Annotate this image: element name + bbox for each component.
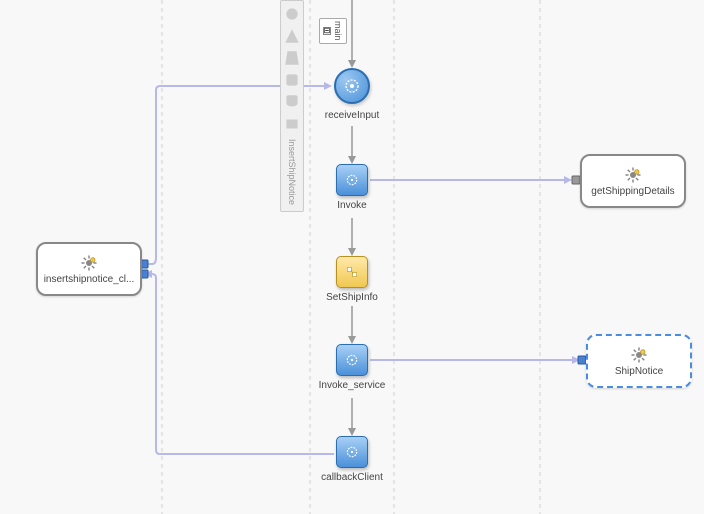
invoke-icon bbox=[336, 436, 368, 468]
set-ship-info-label: SetShipInfo bbox=[326, 292, 378, 303]
invoke-icon bbox=[336, 344, 368, 376]
gear-icon bbox=[624, 166, 642, 184]
partner-ship-notice-label: ShipNotice bbox=[615, 366, 663, 377]
partner-client[interactable]: insertshipnotice_cl... bbox=[36, 242, 142, 296]
palette-icon-5[interactable] bbox=[283, 93, 301, 111]
partner-get-shipping-details-label: getShippingDetails bbox=[591, 186, 674, 197]
palette-label: InsertShipNotice bbox=[287, 135, 297, 209]
palette-icon-6[interactable] bbox=[283, 115, 301, 133]
receive-icon bbox=[334, 68, 370, 104]
main-scope-badge[interactable]: ⊟ main bbox=[319, 18, 347, 44]
palette-icon-4[interactable] bbox=[283, 71, 301, 89]
invoke-node[interactable] bbox=[336, 164, 368, 196]
palette-icon-1[interactable] bbox=[283, 5, 301, 23]
callback-client-node[interactable] bbox=[336, 436, 368, 468]
callback-client-label: callbackClient bbox=[321, 472, 383, 483]
gear-icon bbox=[630, 346, 648, 364]
palette-icon-3[interactable] bbox=[283, 49, 301, 67]
receive-input-label: receiveInput bbox=[325, 110, 379, 121]
gear-icon bbox=[80, 254, 98, 272]
partner-get-shipping-details[interactable]: getShippingDetails bbox=[580, 154, 686, 208]
set-ship-info-node[interactable] bbox=[336, 256, 368, 288]
palette-icon-2[interactable] bbox=[283, 27, 301, 45]
invoke-icon bbox=[336, 164, 368, 196]
collapse-icon[interactable]: ⊟ bbox=[323, 27, 331, 35]
partner-ship-notice[interactable]: ShipNotice bbox=[586, 334, 692, 388]
invoke-label: Invoke bbox=[337, 200, 366, 211]
main-scope-label: main bbox=[333, 21, 343, 41]
invoke-service-node[interactable] bbox=[336, 344, 368, 376]
partner-client-label: insertshipnotice_cl... bbox=[44, 274, 135, 285]
invoke-service-label: Invoke_service bbox=[319, 380, 386, 391]
activity-palette[interactable]: InsertShipNotice bbox=[280, 0, 304, 212]
assign-icon bbox=[336, 256, 368, 288]
receive-input-node[interactable] bbox=[334, 68, 370, 104]
